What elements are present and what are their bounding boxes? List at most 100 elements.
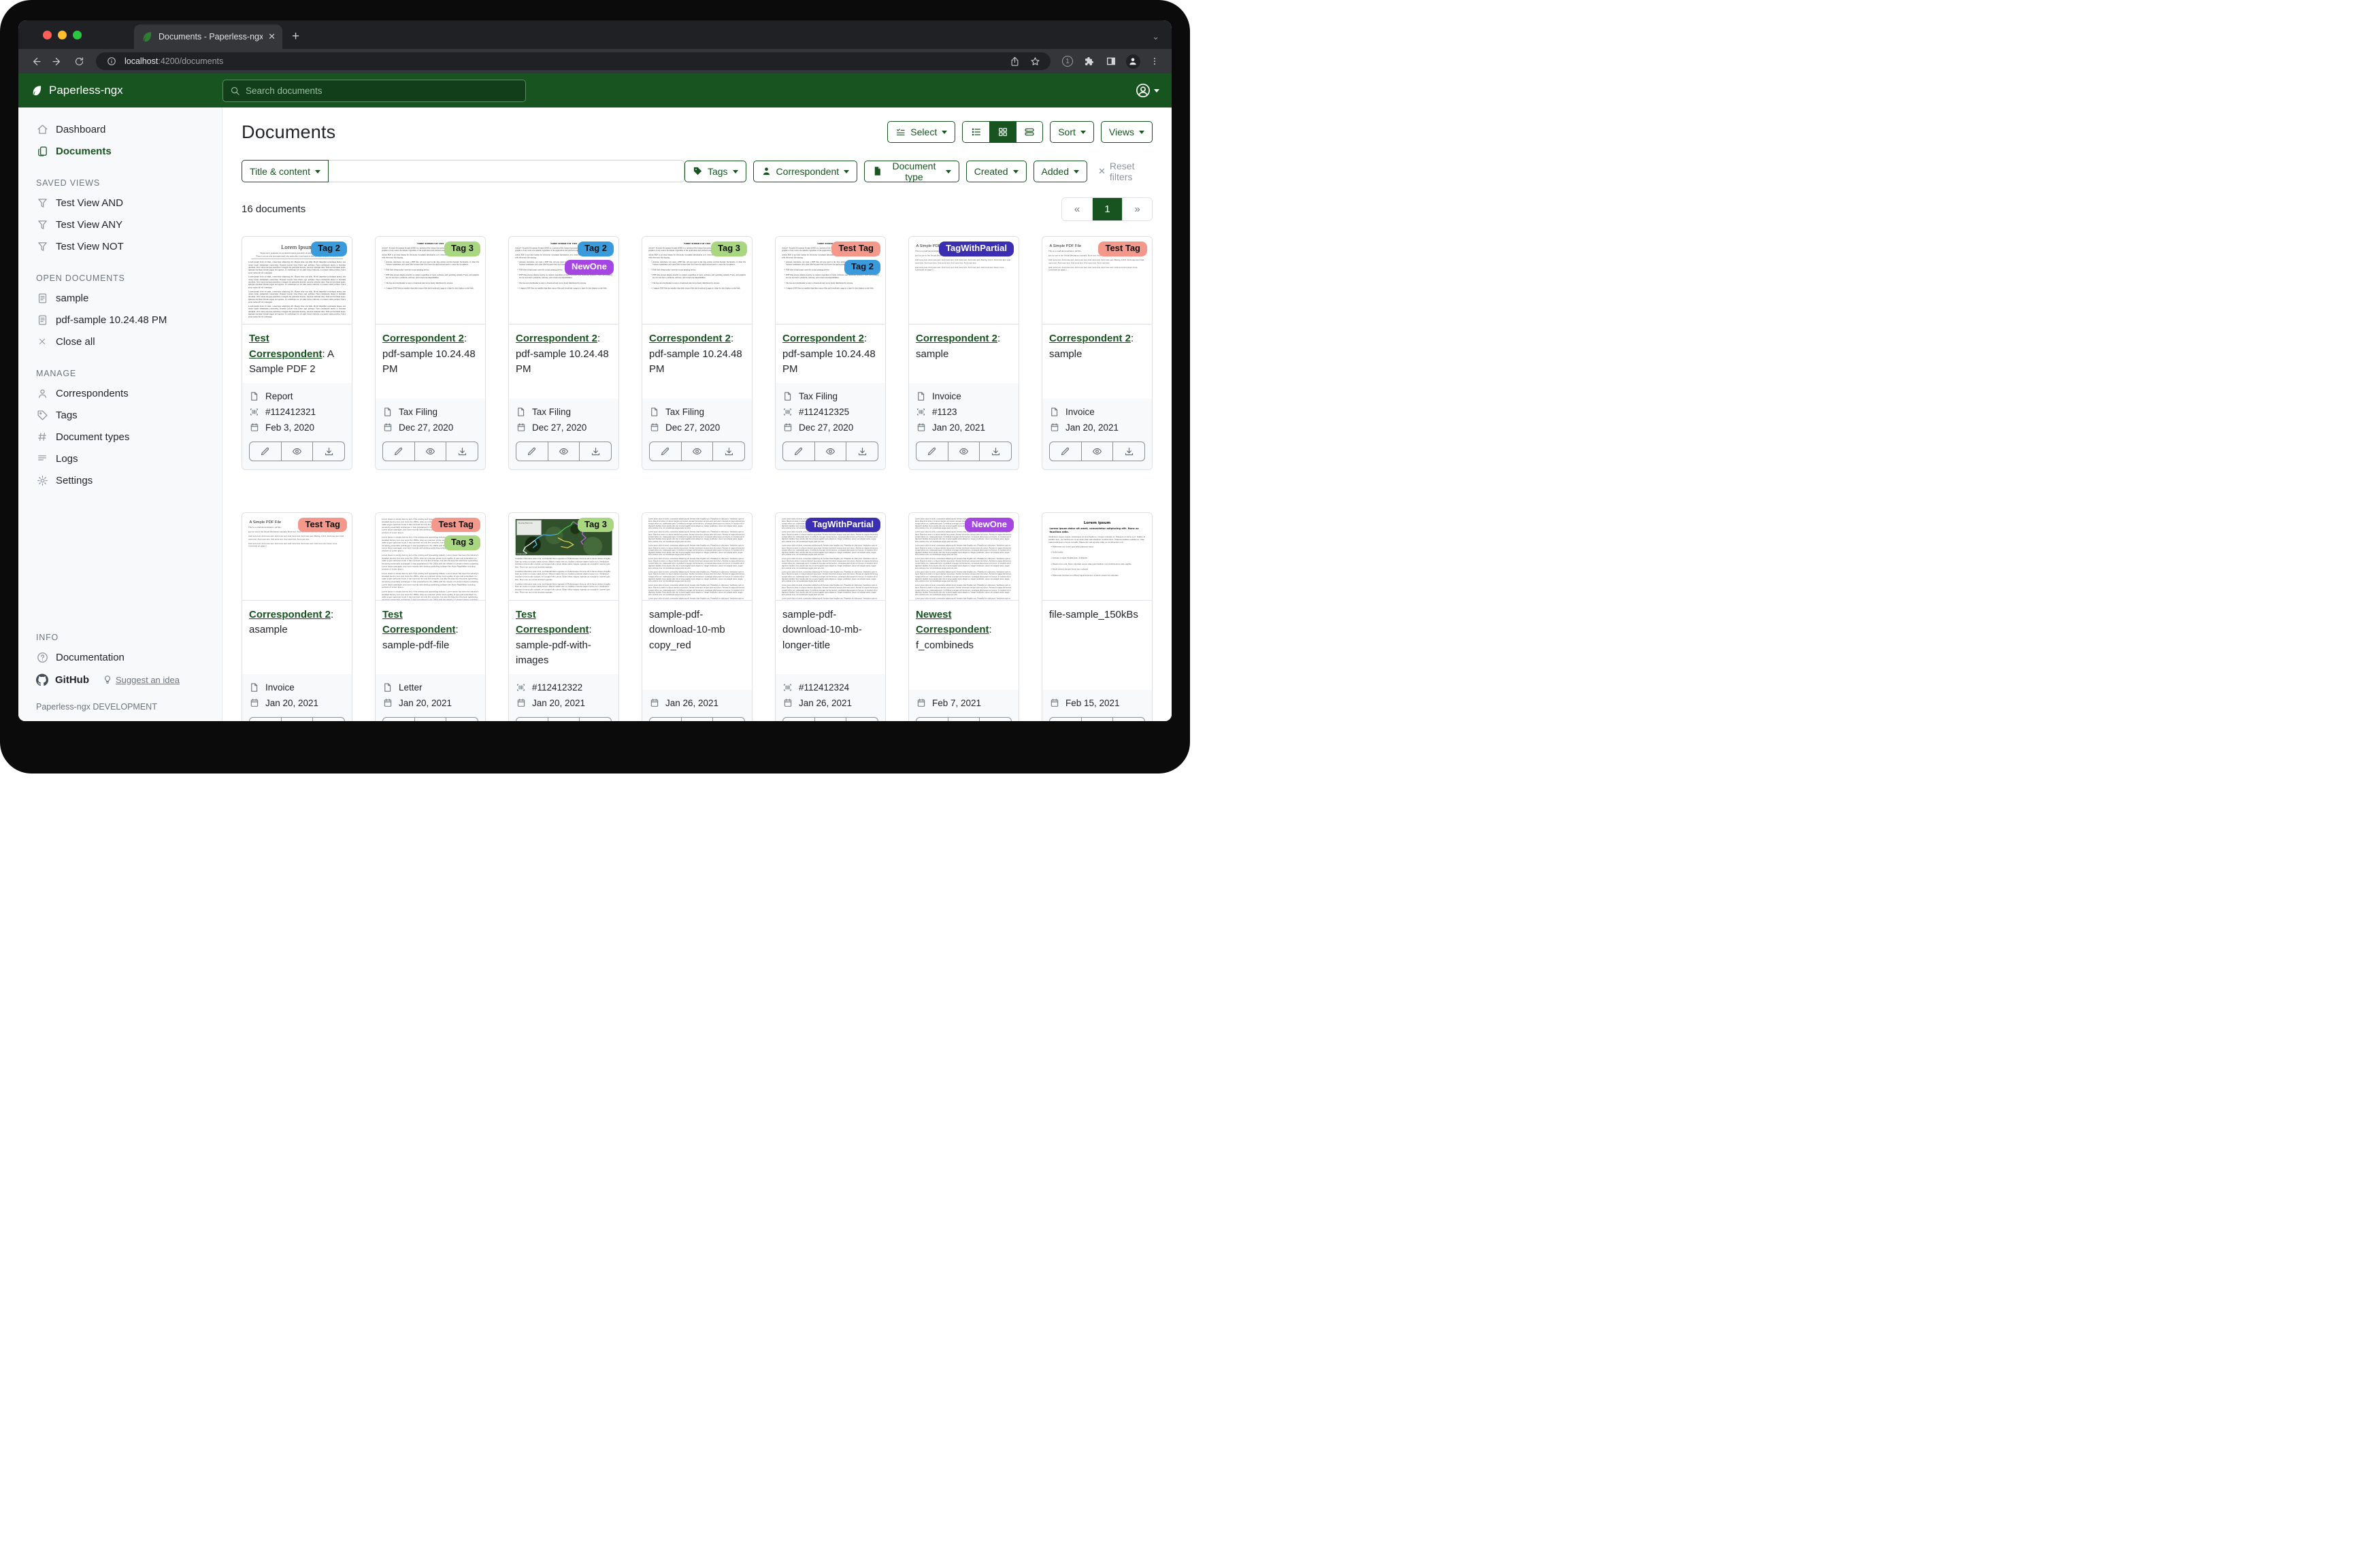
document-preview[interactable]: Lorem Ipsum"Neque porro quisquam est qui…	[242, 237, 352, 325]
download-button[interactable]	[1112, 442, 1144, 461]
edit-button[interactable]	[650, 718, 681, 722]
tab-search-chevron-icon[interactable]: ⌄	[1152, 31, 1159, 42]
view-button[interactable]	[948, 442, 980, 461]
sidebar-item-logs[interactable]: Logs	[18, 448, 222, 469]
document-card[interactable]: Lorem ipsum dolor sit amet, consectetur …	[908, 512, 1019, 722]
download-button[interactable]	[579, 442, 611, 461]
edit-button[interactable]	[250, 718, 281, 722]
edit-button[interactable]	[516, 442, 548, 461]
search-input[interactable]	[246, 86, 518, 96]
edit-button[interactable]	[916, 718, 948, 722]
document-card[interactable]: Adobe Acrobat PDF FilesAdobe® Portable D…	[775, 236, 886, 470]
correspondent-filter-button[interactable]: Correspondent	[753, 161, 858, 182]
document-preview[interactable]: Lorem Ipsum is simply dummy text of the …	[376, 513, 485, 601]
tag-badge[interactable]: Tag 2	[578, 242, 614, 256]
back-button[interactable]	[27, 52, 44, 70]
edit-button[interactable]	[383, 718, 414, 722]
download-button[interactable]	[312, 718, 344, 722]
tag-badge[interactable]: NewOne	[565, 260, 614, 275]
new-tab-button[interactable]: +	[292, 29, 299, 44]
correspondent-link[interactable]: Correspondent 2	[649, 333, 731, 344]
app-brand[interactable]: Paperless-ngx	[31, 84, 222, 97]
correspondent-link[interactable]: Correspondent 2	[1049, 333, 1131, 344]
document-card[interactable]: A Simple PDF FileThis is a small demonst…	[908, 236, 1019, 470]
view-button[interactable]	[814, 718, 846, 722]
extensions-icon[interactable]	[1080, 52, 1098, 70]
document-preview[interactable]: A Simple PDF FileThis is a small demonst…	[242, 513, 352, 601]
document-card[interactable]: A Simple PDF FileThis is a small demonst…	[242, 512, 352, 722]
list-view-button[interactable]	[963, 122, 989, 142]
correspondent-link[interactable]: Newest Correspondent	[916, 609, 989, 636]
document-preview[interactable]: Boundary Waters TripGoogle EarthCurabitu…	[509, 513, 618, 601]
document-card[interactable]: Lorem Ipsum"Neque porro quisquam est qui…	[242, 236, 352, 470]
global-search[interactable]	[222, 80, 526, 102]
view-button[interactable]	[948, 718, 980, 722]
document-preview[interactable]: Adobe Acrobat PDF FilesAdobe® Portable D…	[776, 237, 885, 325]
document-card[interactable]: Boundary Waters TripGoogle EarthCurabitu…	[508, 512, 619, 722]
document-card[interactable]: Adobe Acrobat PDF FilesAdobe® Portable D…	[508, 236, 619, 470]
browser-tab[interactable]: Documents - Paperless-ngx ✕	[134, 24, 282, 49]
document-card[interactable]: A Simple PDF FileThis is a small demonst…	[1042, 236, 1153, 470]
edit-button[interactable]	[250, 442, 281, 461]
reload-button[interactable]	[70, 52, 88, 70]
view-button[interactable]	[1081, 718, 1113, 722]
download-button[interactable]	[446, 442, 478, 461]
share-icon[interactable]	[1007, 56, 1022, 67]
view-button[interactable]	[548, 442, 580, 461]
extension-badge-icon[interactable]: 1	[1062, 56, 1073, 67]
document-card[interactable]: Lorem Ipsum is simply dummy text of the …	[375, 512, 486, 722]
download-button[interactable]	[979, 442, 1011, 461]
added-filter-button[interactable]: Added	[1034, 161, 1087, 182]
pagination-page-1[interactable]: 1	[1092, 198, 1122, 220]
sidebar-item-document-types[interactable]: Document types	[18, 426, 222, 448]
edit-button[interactable]	[1050, 718, 1081, 722]
download-button[interactable]	[579, 718, 611, 722]
bookmark-star-icon[interactable]	[1027, 56, 1042, 67]
sidebar-item-documentation[interactable]: Documentation	[18, 646, 222, 668]
tag-badge[interactable]: Tag 3	[444, 535, 480, 550]
document-type-filter-button[interactable]: Document type	[864, 161, 959, 182]
tag-badge[interactable]: Tag 3	[578, 518, 614, 533]
reset-filters-button[interactable]: ✕Reset filters	[1098, 161, 1153, 182]
sort-button[interactable]: Sort	[1050, 121, 1094, 143]
sidebar-item-documents[interactable]: Documents	[18, 140, 222, 162]
view-button[interactable]	[281, 718, 313, 722]
edit-button[interactable]	[1050, 442, 1081, 461]
sidebar-item-open-doc-sample[interactable]: sample	[18, 287, 222, 309]
pagination-next-button[interactable]: »	[1122, 198, 1152, 220]
tag-badge[interactable]: Test Tag	[1098, 242, 1147, 256]
edit-button[interactable]	[383, 442, 414, 461]
document-card[interactable]: Adobe Acrobat PDF FilesAdobe® Portable D…	[375, 236, 486, 470]
document-preview[interactable]: A Simple PDF FileThis is a small demonst…	[909, 237, 1019, 325]
edit-button[interactable]	[783, 442, 814, 461]
select-button[interactable]: Select	[887, 121, 955, 143]
correspondent-link[interactable]: Correspondent 2	[916, 333, 997, 344]
sidebar-item-test-view-any[interactable]: Test View ANY	[18, 214, 222, 235]
forward-button[interactable]	[48, 52, 66, 70]
filter-field-button[interactable]: Title & content	[242, 160, 329, 182]
document-thumbnail[interactable]: Lorem ipsum dolor sit amet, consectetur …	[642, 513, 752, 600]
view-button[interactable]	[1081, 442, 1113, 461]
browser-menu-icon[interactable]	[1146, 52, 1163, 70]
sidebar-item-open-doc-pdf-sample[interactable]: pdf-sample 10.24.48 PM	[18, 309, 222, 331]
correspondent-link[interactable]: Correspondent 2	[782, 333, 864, 344]
sidebar-item-test-view-not[interactable]: Test View NOT	[18, 235, 222, 257]
document-preview[interactable]: A Simple PDF FileThis is a small demonst…	[1042, 237, 1152, 325]
tag-badge[interactable]: Test Tag	[831, 242, 880, 256]
document-card[interactable]: Adobe Acrobat PDF FilesAdobe® Portable D…	[642, 236, 753, 470]
tag-badge[interactable]: Tag 3	[711, 242, 747, 256]
document-card[interactable]: Lorem ipsum dolor sit amet, consectetur …	[775, 512, 886, 722]
browser-profile-avatar[interactable]	[1126, 54, 1140, 69]
window-controls[interactable]	[43, 31, 82, 39]
document-thumbnail[interactable]: Lorem ipsumLorem ipsum dolor sit amet, c…	[1042, 513, 1152, 600]
sidebar-item-close-all[interactable]: Close all	[18, 331, 222, 352]
document-preview[interactable]: Adobe Acrobat PDF FilesAdobe® Portable D…	[376, 237, 485, 325]
minimize-window-button[interactable]	[58, 31, 67, 39]
close-window-button[interactable]	[43, 31, 52, 39]
download-button[interactable]	[979, 718, 1011, 722]
sidebar-item-tags[interactable]: Tags	[18, 404, 222, 426]
view-button[interactable]	[548, 718, 580, 722]
sidebar-item-settings[interactable]: Settings	[18, 469, 222, 491]
edit-button[interactable]	[650, 442, 681, 461]
view-button[interactable]	[681, 718, 713, 722]
